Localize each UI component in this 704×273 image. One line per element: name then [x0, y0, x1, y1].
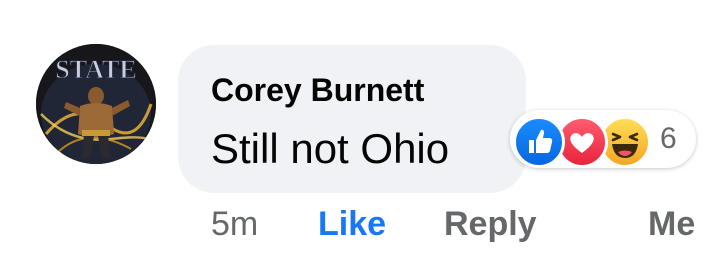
- avatar-logo-text: STATE: [55, 55, 136, 84]
- like-button[interactable]: Like: [318, 200, 386, 248]
- more-button[interactable]: Me: [648, 200, 695, 248]
- avatar[interactable]: STATE: [36, 44, 156, 164]
- like-icon: [513, 116, 565, 168]
- comment-text: Still not Ohio: [211, 125, 450, 172]
- comment: STATE Corey Burnett Still not Ohio 6 5m …: [0, 0, 704, 273]
- avatar-image: STATE: [36, 44, 156, 164]
- reactions-summary[interactable]: 6: [510, 110, 696, 168]
- reaction-count: 6: [660, 122, 677, 155]
- timestamp[interactable]: 5m: [211, 200, 258, 248]
- author-name[interactable]: Corey Burnett: [211, 70, 424, 110]
- comment-actions: 5m Like Reply Me: [0, 200, 704, 248]
- reply-button[interactable]: Reply: [444, 200, 537, 248]
